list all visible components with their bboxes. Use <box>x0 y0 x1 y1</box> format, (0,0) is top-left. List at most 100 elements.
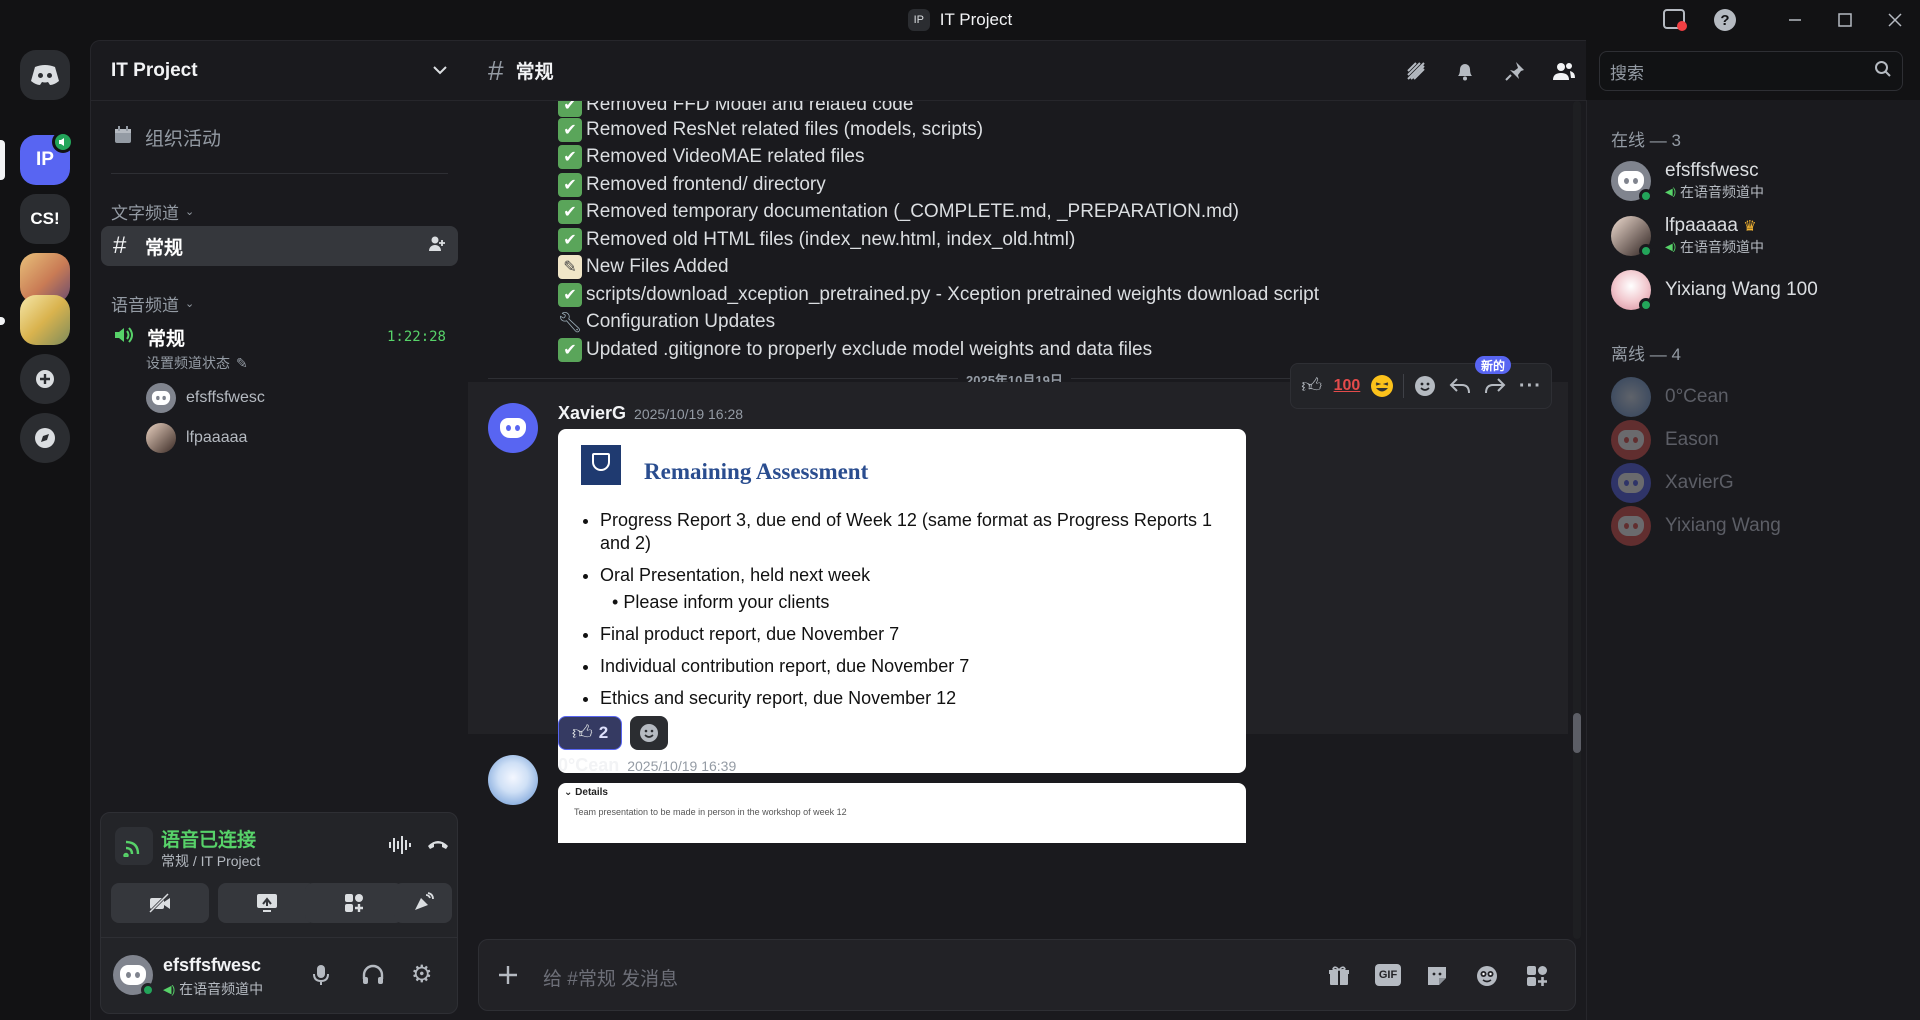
speaker-icon: ◀) <box>1665 241 1677 253</box>
divider <box>111 173 448 174</box>
emoji-icon[interactable] <box>1475 964 1499 993</box>
avatar <box>1611 216 1653 258</box>
attachment-image[interactable]: ⌄ Details Team presentation to be made i… <box>558 783 1246 843</box>
member-row[interactable]: Yixiang Wang <box>1611 501 1910 551</box>
message-input[interactable]: 给 #常规 发消息 <box>543 964 678 991</box>
voice-user[interactable]: efsffsfwesc <box>146 383 265 413</box>
maximize-icon[interactable] <box>1820 0 1870 40</box>
line-text: Removed VideoMAE related files <box>586 146 865 167</box>
avatar <box>1611 506 1651 546</box>
events-item[interactable]: 组织活动 <box>101 117 458 157</box>
inbox-icon[interactable] <box>1650 0 1700 40</box>
add-server-button[interactable] <box>20 354 70 404</box>
timestamp: 2025/10/19 16:28 <box>634 406 744 422</box>
avatar[interactable] <box>488 755 538 805</box>
user-avatar <box>146 423 176 453</box>
divider <box>1402 374 1404 398</box>
laughing-icon[interactable] <box>1368 371 1397 401</box>
more-icon[interactable]: ··· <box>1516 371 1545 401</box>
set-channel-status[interactable]: 设置频道状态 ✎ <box>146 353 248 373</box>
hundred-icon[interactable]: 100 <box>1332 371 1361 401</box>
gift-icon[interactable] <box>1327 964 1351 993</box>
slide-bullet: Oral Presentation, held next week <box>600 564 1220 587</box>
server-it-project[interactable]: IP <box>20 131 74 185</box>
soundboard-icon[interactable] <box>388 835 412 860</box>
home-button[interactable] <box>20 50 70 100</box>
text-channel-general[interactable]: # 常规 <box>101 226 458 266</box>
message-header: XavierG 2025/10/19 16:28 <box>558 403 743 424</box>
member-row[interactable]: efsffsfwesc ◀) 在语音频道中 <box>1611 156 1910 206</box>
guild-name: IT Project <box>111 59 198 81</box>
thumbs-up-icon[interactable]: 👍︎ <box>1297 371 1326 401</box>
headphones-icon[interactable] <box>361 963 385 992</box>
scrollbar-thumb[interactable] <box>1573 713 1581 753</box>
sticker-icon[interactable] <box>1425 964 1449 993</box>
invite-member-icon[interactable] <box>428 235 446 258</box>
avatar <box>1611 270 1653 312</box>
member-activity: ◀) 在语音频道中 <box>1665 237 1764 257</box>
text-category[interactable]: 文字频道 ⌄ <box>111 199 194 224</box>
activities-button[interactable] <box>305 883 403 923</box>
member-activity-text: 在语音频道中 <box>1680 184 1765 200</box>
online-header: 在线 — 3 <box>1611 131 1681 150</box>
avatar <box>1611 377 1651 417</box>
voice-connected-label[interactable]: 语音已连接 <box>161 825 256 852</box>
screen-share-button[interactable] <box>218 883 316 923</box>
avatar[interactable] <box>488 403 538 453</box>
scrollbar-track[interactable] <box>1573 101 1581 939</box>
reaction-count: 2 <box>598 723 609 742</box>
apps-icon[interactable] <box>1525 964 1549 993</box>
help-icon[interactable]: ? <box>1700 0 1750 40</box>
add-reaction-icon[interactable] <box>1410 371 1439 401</box>
plus-icon[interactable] <box>497 964 519 991</box>
list-item: ✎ New Files Added <box>558 255 729 279</box>
search-placeholder: 搜索 <box>1610 63 1644 83</box>
pin-icon[interactable] <box>1501 57 1529 85</box>
camera-off-button[interactable] <box>111 883 209 923</box>
reply-icon[interactable] <box>1445 371 1474 401</box>
minimize-icon[interactable] <box>1770 0 1820 40</box>
voice-category[interactable]: 语音频道 ⌄ <box>111 291 194 316</box>
details-label: Details <box>575 787 608 798</box>
member-activity: ◀) 在语音频道中 <box>1665 182 1764 202</box>
voice-location[interactable]: 常规 / IT Project <box>161 851 260 871</box>
events-label: 组织活动 <box>145 128 222 150</box>
list-item: ✔ Removed temporary documentation (_COMPL… <box>558 200 1239 224</box>
discover-button[interactable] <box>20 413 70 463</box>
microphone-icon[interactable] <box>311 963 331 992</box>
line-text: scripts/download_xception_pretrained.py … <box>586 284 1319 305</box>
gif-button[interactable]: GIF <box>1375 964 1401 986</box>
member-list: 在线 — 3 efsffsfwesc ◀) 在语音频道中 lfpaaaaa ♛ ◀… <box>1586 100 1920 1020</box>
online-status-dot <box>1639 189 1653 203</box>
member-row[interactable]: lfpaaaaa ♛ ◀) 在语音频道中 <box>1611 211 1910 261</box>
disconnect-icon[interactable] <box>426 837 450 856</box>
guild-header[interactable]: IT Project <box>91 41 468 101</box>
member-list-icon[interactable] <box>1550 57 1578 85</box>
voice-timer: 1:22:28 <box>386 329 446 345</box>
bell-icon[interactable] <box>1451 57 1479 85</box>
voice-channel-general[interactable]: 常规 1:22:28 <box>101 321 458 353</box>
forward-icon[interactable] <box>1480 371 1509 401</box>
gear-icon[interactable]: ⚙ <box>411 963 433 987</box>
member-name-row: lfpaaaaa ♛ <box>1665 215 1764 237</box>
add-reaction-button[interactable] <box>630 716 668 750</box>
soundboard-button[interactable] <box>394 883 452 923</box>
author-name[interactable]: XavierG <box>558 403 626 423</box>
voice-user[interactable]: lfpaaaaa <box>146 423 247 453</box>
member-row[interactable]: Yixiang Wang 100 <box>1611 265 1910 315</box>
close-icon[interactable] <box>1870 0 1920 40</box>
author-name[interactable]: 0°Cean <box>558 755 619 775</box>
server-cs[interactable]: CS! <box>20 194 70 244</box>
check-icon: ✔ <box>558 283 582 307</box>
hash-icon: # <box>488 54 504 86</box>
new-badge: 新的 <box>1475 356 1512 374</box>
user-name[interactable]: efsffsfwesc <box>163 955 261 976</box>
server-avatar-2[interactable] <box>20 295 70 345</box>
reaction-thumbs-up[interactable]: 👍︎ 2 <box>558 716 622 750</box>
threads-icon[interactable] <box>1402 57 1430 85</box>
chat-header: # 常规 搜索 <box>468 41 1903 101</box>
search-input[interactable]: 搜索 <box>1599 51 1903 91</box>
online-status-dot <box>1639 298 1653 312</box>
avatar[interactable] <box>113 955 155 997</box>
user-status-text: 在语音频道中 <box>179 981 264 997</box>
